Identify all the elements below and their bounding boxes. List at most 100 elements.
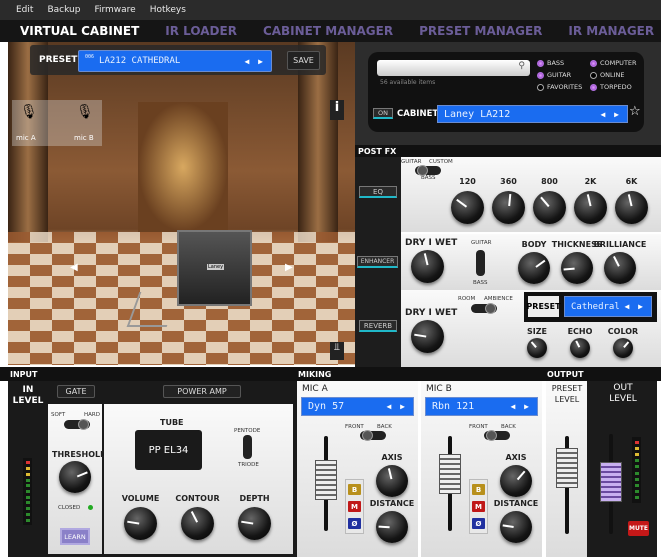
pentode-triode-switch[interactable] bbox=[243, 435, 252, 459]
mic-axis-knob[interactable] bbox=[376, 465, 408, 497]
tab-preset-manager[interactable]: PRESET MANAGER bbox=[419, 24, 542, 38]
knob-indicator bbox=[613, 255, 620, 267]
fader-cap[interactable] bbox=[556, 448, 578, 488]
menu-backup[interactable]: Backup bbox=[47, 5, 80, 15]
m-button[interactable]: M bbox=[472, 501, 485, 512]
reverb-preset-display[interactable]: Cathedral ◀ ▶ bbox=[564, 296, 652, 317]
filter-online[interactable]: ONLINE bbox=[590, 71, 645, 79]
info-icon[interactable]: i bbox=[330, 100, 344, 120]
menu-edit[interactable]: Edit bbox=[16, 5, 33, 15]
mic-level-fader[interactable] bbox=[315, 436, 337, 531]
enhancer-brilliance-knob[interactable] bbox=[604, 252, 636, 284]
knob-indicator bbox=[378, 525, 390, 528]
reverb-arrows-icon[interactable]: ◀ ▶ bbox=[625, 302, 645, 311]
favorite-star-icon[interactable]: ☆ bbox=[629, 104, 641, 119]
menu-firmware[interactable]: Firmware bbox=[94, 5, 135, 15]
cabinet-arrows-icon[interactable]: ◀ ▶ bbox=[601, 110, 621, 119]
eq-2k-knob[interactable] bbox=[574, 191, 607, 224]
amp-contour-knob[interactable] bbox=[181, 507, 214, 540]
mic-distance-knob[interactable] bbox=[376, 511, 408, 543]
bottom-header: INPUT MIKING OUTPUT bbox=[0, 367, 661, 381]
enhancer-button[interactable]: ENHANCER bbox=[357, 256, 398, 268]
filter-favorites[interactable]: FAVORITES bbox=[537, 83, 590, 91]
front-back-toggle[interactable] bbox=[484, 430, 510, 441]
reverb-size-knob[interactable] bbox=[527, 338, 547, 358]
fader-cap[interactable] bbox=[315, 460, 337, 500]
cabinet-display[interactable]: Laney LA212 ◀ ▶ bbox=[437, 105, 628, 123]
tab-cabinet-manager[interactable]: CABINET MANAGER bbox=[263, 24, 393, 38]
mic-model-display[interactable]: Dyn 57 ◀ ▶ bbox=[301, 397, 414, 416]
eq-360-knob[interactable] bbox=[492, 191, 525, 224]
knob-indicator bbox=[535, 259, 546, 268]
eq-button[interactable]: EQ bbox=[359, 186, 397, 198]
cabinet-name: Laney LA212 bbox=[444, 108, 511, 120]
amp-volume-knob[interactable] bbox=[124, 507, 157, 540]
preset-level-fader[interactable] bbox=[556, 436, 578, 534]
cabinet-image[interactable]: Laney bbox=[177, 230, 252, 306]
threshold-knob[interactable] bbox=[59, 461, 91, 493]
mic-distance-knob[interactable] bbox=[500, 511, 532, 543]
learn-button[interactable]: LEARN bbox=[60, 528, 90, 545]
eq-6k-knob[interactable] bbox=[615, 191, 648, 224]
knob-indicator bbox=[455, 198, 467, 207]
mic-view-icon[interactable]: ⫫ bbox=[330, 342, 344, 360]
tab-ir-manager[interactable]: IR MANAGER bbox=[568, 24, 654, 38]
eq-120-knob[interactable] bbox=[451, 191, 484, 224]
enhancer-mode-switch[interactable] bbox=[476, 250, 485, 276]
out-level-fader[interactable] bbox=[600, 434, 622, 534]
power-amp-button[interactable]: POWER AMP bbox=[163, 385, 241, 398]
arrow-right-icon[interactable]: ▶ bbox=[285, 262, 293, 273]
b-button[interactable]: B bbox=[348, 484, 361, 495]
filter-torpedo[interactable]: TORPEDO bbox=[590, 83, 645, 91]
front-back-toggle[interactable] bbox=[360, 430, 386, 441]
mic-level-fader[interactable] bbox=[439, 436, 461, 531]
room-scene[interactable]: 🎙 🎙 mic A mic B i Laney ◀ ▶ ⫫ bbox=[8, 42, 355, 365]
reverb-preset-button[interactable]: PRESET bbox=[526, 296, 561, 317]
search-input[interactable]: ⚲ bbox=[377, 60, 530, 76]
triode-label: TRIODE bbox=[238, 462, 259, 468]
preset-display[interactable]: 006 LA212 CATHEDRAL ◀ ▶ bbox=[78, 50, 272, 72]
eq-800-knob[interactable] bbox=[533, 191, 566, 224]
reverb-color-knob[interactable] bbox=[613, 338, 633, 358]
gate-button[interactable]: GATE bbox=[57, 385, 95, 398]
fader-cap[interactable] bbox=[439, 454, 461, 494]
tab-ir-loader[interactable]: IR LOADER bbox=[165, 24, 237, 38]
filter-guitar[interactable]: GUITAR bbox=[537, 71, 590, 79]
mic-arrows-icon[interactable]: ◀ ▶ bbox=[387, 402, 407, 411]
tube-display[interactable]: PP EL34 bbox=[135, 430, 202, 470]
phase-button[interactable]: Ø bbox=[472, 518, 485, 529]
menu-hotkeys[interactable]: Hotkeys bbox=[150, 5, 186, 15]
preset-level-panel: PRESET LEVEL bbox=[546, 381, 587, 557]
reverb-button[interactable]: REVERB bbox=[359, 320, 397, 332]
gate-mode-toggle[interactable] bbox=[64, 419, 90, 430]
eq-mode-toggle[interactable] bbox=[415, 165, 441, 176]
fader-cap[interactable] bbox=[600, 462, 622, 502]
reverb-drywet-knob[interactable] bbox=[411, 320, 444, 353]
enhancer-body-knob[interactable] bbox=[518, 252, 550, 284]
mic-model-display[interactable]: Rbn 121 ◀ ▶ bbox=[425, 397, 538, 416]
reverb-mode-toggle[interactable] bbox=[471, 303, 497, 314]
mic-a-icon[interactable]: 🎙 bbox=[20, 104, 38, 120]
cabinet-on-button[interactable]: ON bbox=[373, 108, 393, 119]
preset-arrows-icon[interactable]: ◀ ▶ bbox=[245, 57, 265, 66]
amp-depth-knob[interactable] bbox=[238, 507, 271, 540]
mic-axis-knob[interactable] bbox=[500, 465, 532, 497]
save-button[interactable]: SAVE bbox=[287, 51, 320, 70]
reverb-echo-knob[interactable] bbox=[570, 338, 590, 358]
knob-indicator bbox=[387, 467, 393, 480]
b-button[interactable]: B bbox=[472, 484, 485, 495]
m-button[interactable]: M bbox=[348, 501, 361, 512]
radio-dot bbox=[537, 83, 544, 91]
enhancer-thickness-knob[interactable] bbox=[561, 252, 593, 284]
phase-button[interactable]: Ø bbox=[348, 518, 361, 529]
mic-b-icon[interactable]: 🎙 bbox=[76, 104, 94, 120]
knob-indicator bbox=[627, 193, 632, 206]
mic-arrows-icon[interactable]: ◀ ▶ bbox=[511, 402, 531, 411]
arrow-left-icon[interactable]: ◀ bbox=[70, 262, 78, 273]
enhancer-drywet-knob[interactable] bbox=[411, 250, 444, 283]
filter-computer[interactable]: COMPUTER bbox=[590, 59, 645, 67]
mute-button[interactable]: MUTE bbox=[628, 521, 649, 536]
filter-bass[interactable]: BASS bbox=[537, 59, 590, 67]
knob-indicator bbox=[507, 193, 511, 206]
tab-virtual-cabinet[interactable]: VIRTUAL CABINET bbox=[20, 24, 139, 38]
